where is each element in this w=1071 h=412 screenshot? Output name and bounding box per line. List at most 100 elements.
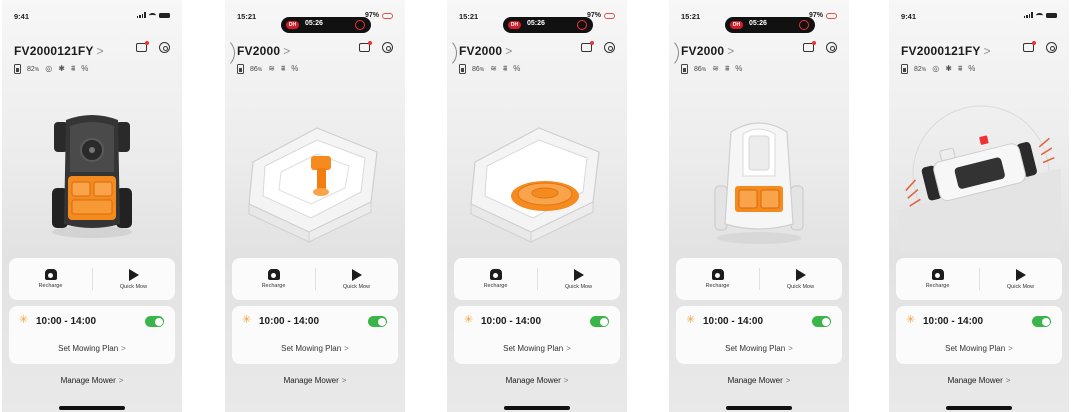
bluetooth-icon: ✱ bbox=[58, 64, 65, 73]
status-indicators: 97% bbox=[809, 12, 837, 19]
status-time: 15:21 bbox=[681, 12, 701, 21]
battery-icon bbox=[901, 64, 908, 74]
network-icon: ⩩ bbox=[280, 64, 286, 73]
status-time: 9:41 bbox=[901, 12, 917, 21]
manage-mower-link[interactable]: Manage Mower > bbox=[225, 376, 405, 385]
mowing-plan-card: ✳ 10:00 - 14:00 Set Mowing Plan > bbox=[232, 306, 398, 364]
plan-toggle[interactable] bbox=[368, 316, 387, 327]
plan-toggle[interactable] bbox=[590, 316, 609, 327]
plan-time-range: 10:00 - 14:00 bbox=[923, 316, 984, 327]
plan-toggle[interactable] bbox=[812, 316, 831, 327]
screenshot-strip: 9:41 FV2000121FY > 82% ◎ ✱ ⩩ % Recharge … bbox=[0, 0, 1071, 412]
recharge-button[interactable]: Recharge bbox=[676, 258, 759, 300]
manage-mower-link[interactable]: Manage Mower > bbox=[889, 376, 1069, 385]
status-indicators bbox=[1023, 12, 1057, 18]
device-selector[interactable]: FV2000121FY > bbox=[901, 42, 991, 59]
device-name: FV2000 bbox=[237, 44, 281, 58]
status-indicators: 97% bbox=[587, 12, 615, 19]
battery-icon bbox=[237, 64, 244, 74]
message-icon[interactable] bbox=[1023, 41, 1036, 52]
dynamic-island: DH 05:26 bbox=[503, 17, 593, 33]
mower-status-row: 82% ◎ ✱ ⩩ % bbox=[14, 64, 88, 74]
settings-icon[interactable] bbox=[826, 42, 837, 53]
cellular-signal-icon bbox=[1023, 12, 1033, 18]
wifi-icon bbox=[149, 12, 156, 18]
cloud-icon bbox=[382, 12, 393, 19]
message-icon[interactable] bbox=[136, 41, 149, 52]
wifi-status-icon: ≋ bbox=[712, 64, 719, 73]
quick-mow-button[interactable]: Quick Mow bbox=[537, 258, 620, 300]
quick-mow-label: Quick Mow bbox=[119, 283, 148, 290]
device-selector[interactable]: FV2000 > bbox=[459, 42, 512, 59]
manage-mower-link[interactable]: Manage Mower > bbox=[669, 376, 849, 385]
play-icon bbox=[1015, 268, 1026, 281]
device-selector[interactable]: FV2000121FY > bbox=[14, 42, 104, 59]
recharge-button[interactable]: Recharge bbox=[896, 258, 979, 300]
quick-mow-button[interactable]: Quick Mow bbox=[315, 258, 398, 300]
device-header: FV2000 > bbox=[237, 41, 393, 59]
recording-time: 05:26 bbox=[305, 20, 323, 27]
recording-time: 05:26 bbox=[527, 20, 545, 27]
chevron-right-icon: > bbox=[341, 376, 347, 385]
quick-actions-card: Recharge Quick Mow bbox=[9, 258, 175, 300]
status-bar: 15:21 DH 05:26 97% bbox=[225, 10, 405, 33]
battery-icon bbox=[14, 64, 21, 74]
play-icon bbox=[351, 268, 362, 281]
status-indicators: 97% bbox=[365, 12, 393, 19]
mowing-plan-card: ✳ 10:00 - 14:00 Set Mowing Plan > bbox=[9, 306, 175, 364]
plan-toggle[interactable] bbox=[145, 316, 164, 327]
chevron-right-icon: > bbox=[96, 44, 104, 58]
plan-toggle[interactable] bbox=[1032, 316, 1051, 327]
recharge-button[interactable]: Recharge bbox=[9, 258, 92, 300]
plan-time-range: 10:00 - 14:00 bbox=[36, 316, 97, 327]
rtk-icon: % bbox=[81, 64, 89, 73]
quick-mow-button[interactable]: Quick Mow bbox=[759, 258, 842, 300]
chevron-right-icon: > bbox=[983, 44, 991, 58]
record-ring-icon bbox=[577, 20, 587, 30]
settings-icon[interactable] bbox=[159, 42, 170, 53]
battery-level: 82% bbox=[27, 65, 40, 73]
set-mowing-plan-link[interactable]: Set Mowing Plan > bbox=[676, 344, 842, 353]
set-mowing-plan-link[interactable]: Set Mowing Plan > bbox=[896, 344, 1062, 353]
chevron-right-icon: > bbox=[1005, 376, 1011, 385]
set-mowing-plan-link[interactable]: Set Mowing Plan > bbox=[9, 344, 175, 353]
device-header: FV2000121FY > bbox=[901, 41, 1057, 59]
plan-time-range: 10:00 - 14:00 bbox=[259, 316, 320, 327]
set-mowing-plan-link[interactable]: Set Mowing Plan > bbox=[454, 344, 620, 353]
quick-mow-label: Quick Mow bbox=[1006, 283, 1035, 290]
recharge-button[interactable]: Recharge bbox=[454, 258, 537, 300]
chevron-right-icon: > bbox=[283, 44, 291, 58]
battery-icon bbox=[459, 64, 466, 74]
set-mowing-plan-link[interactable]: Set Mowing Plan > bbox=[232, 344, 398, 353]
message-icon[interactable] bbox=[581, 41, 594, 52]
home-indicator bbox=[726, 406, 792, 410]
device-selector[interactable]: FV2000 > bbox=[681, 42, 734, 59]
wifi-status-icon: ≋ bbox=[268, 64, 275, 73]
chevron-right-icon: > bbox=[118, 376, 124, 385]
sun-icon: ✳ bbox=[906, 314, 916, 326]
battery-level: 86% bbox=[472, 65, 485, 73]
mower-illustration bbox=[669, 92, 849, 252]
home-indicator bbox=[59, 406, 125, 410]
message-icon[interactable] bbox=[359, 41, 372, 52]
settings-icon[interactable] bbox=[1046, 42, 1057, 53]
settings-icon[interactable] bbox=[382, 42, 393, 53]
quick-mow-button[interactable]: Quick Mow bbox=[979, 258, 1062, 300]
chevron-right-icon: > bbox=[727, 44, 735, 58]
manage-mower-link[interactable]: Manage Mower > bbox=[447, 376, 627, 385]
mower-illustration bbox=[889, 92, 1069, 252]
status-bar: 9:41 bbox=[889, 10, 1069, 26]
home-indicator bbox=[504, 406, 570, 410]
device-header: FV2000 > bbox=[459, 41, 615, 59]
network-icon: ⩩ bbox=[70, 64, 76, 73]
recharge-button[interactable]: Recharge bbox=[232, 258, 315, 300]
mowing-plan-card: ✳ 10:00 - 14:00 Set Mowing Plan > bbox=[676, 306, 842, 364]
settings-icon[interactable] bbox=[604, 42, 615, 53]
device-selector[interactable]: FV2000 > bbox=[237, 42, 290, 59]
manage-mower-link[interactable]: Manage Mower > bbox=[2, 376, 182, 385]
quick-mow-button[interactable]: Quick Mow bbox=[92, 258, 175, 300]
message-icon[interactable] bbox=[803, 41, 816, 52]
record-ring-icon bbox=[799, 20, 809, 30]
phone-battery-percent: 97% bbox=[586, 12, 601, 19]
back-arc bbox=[669, 38, 679, 68]
